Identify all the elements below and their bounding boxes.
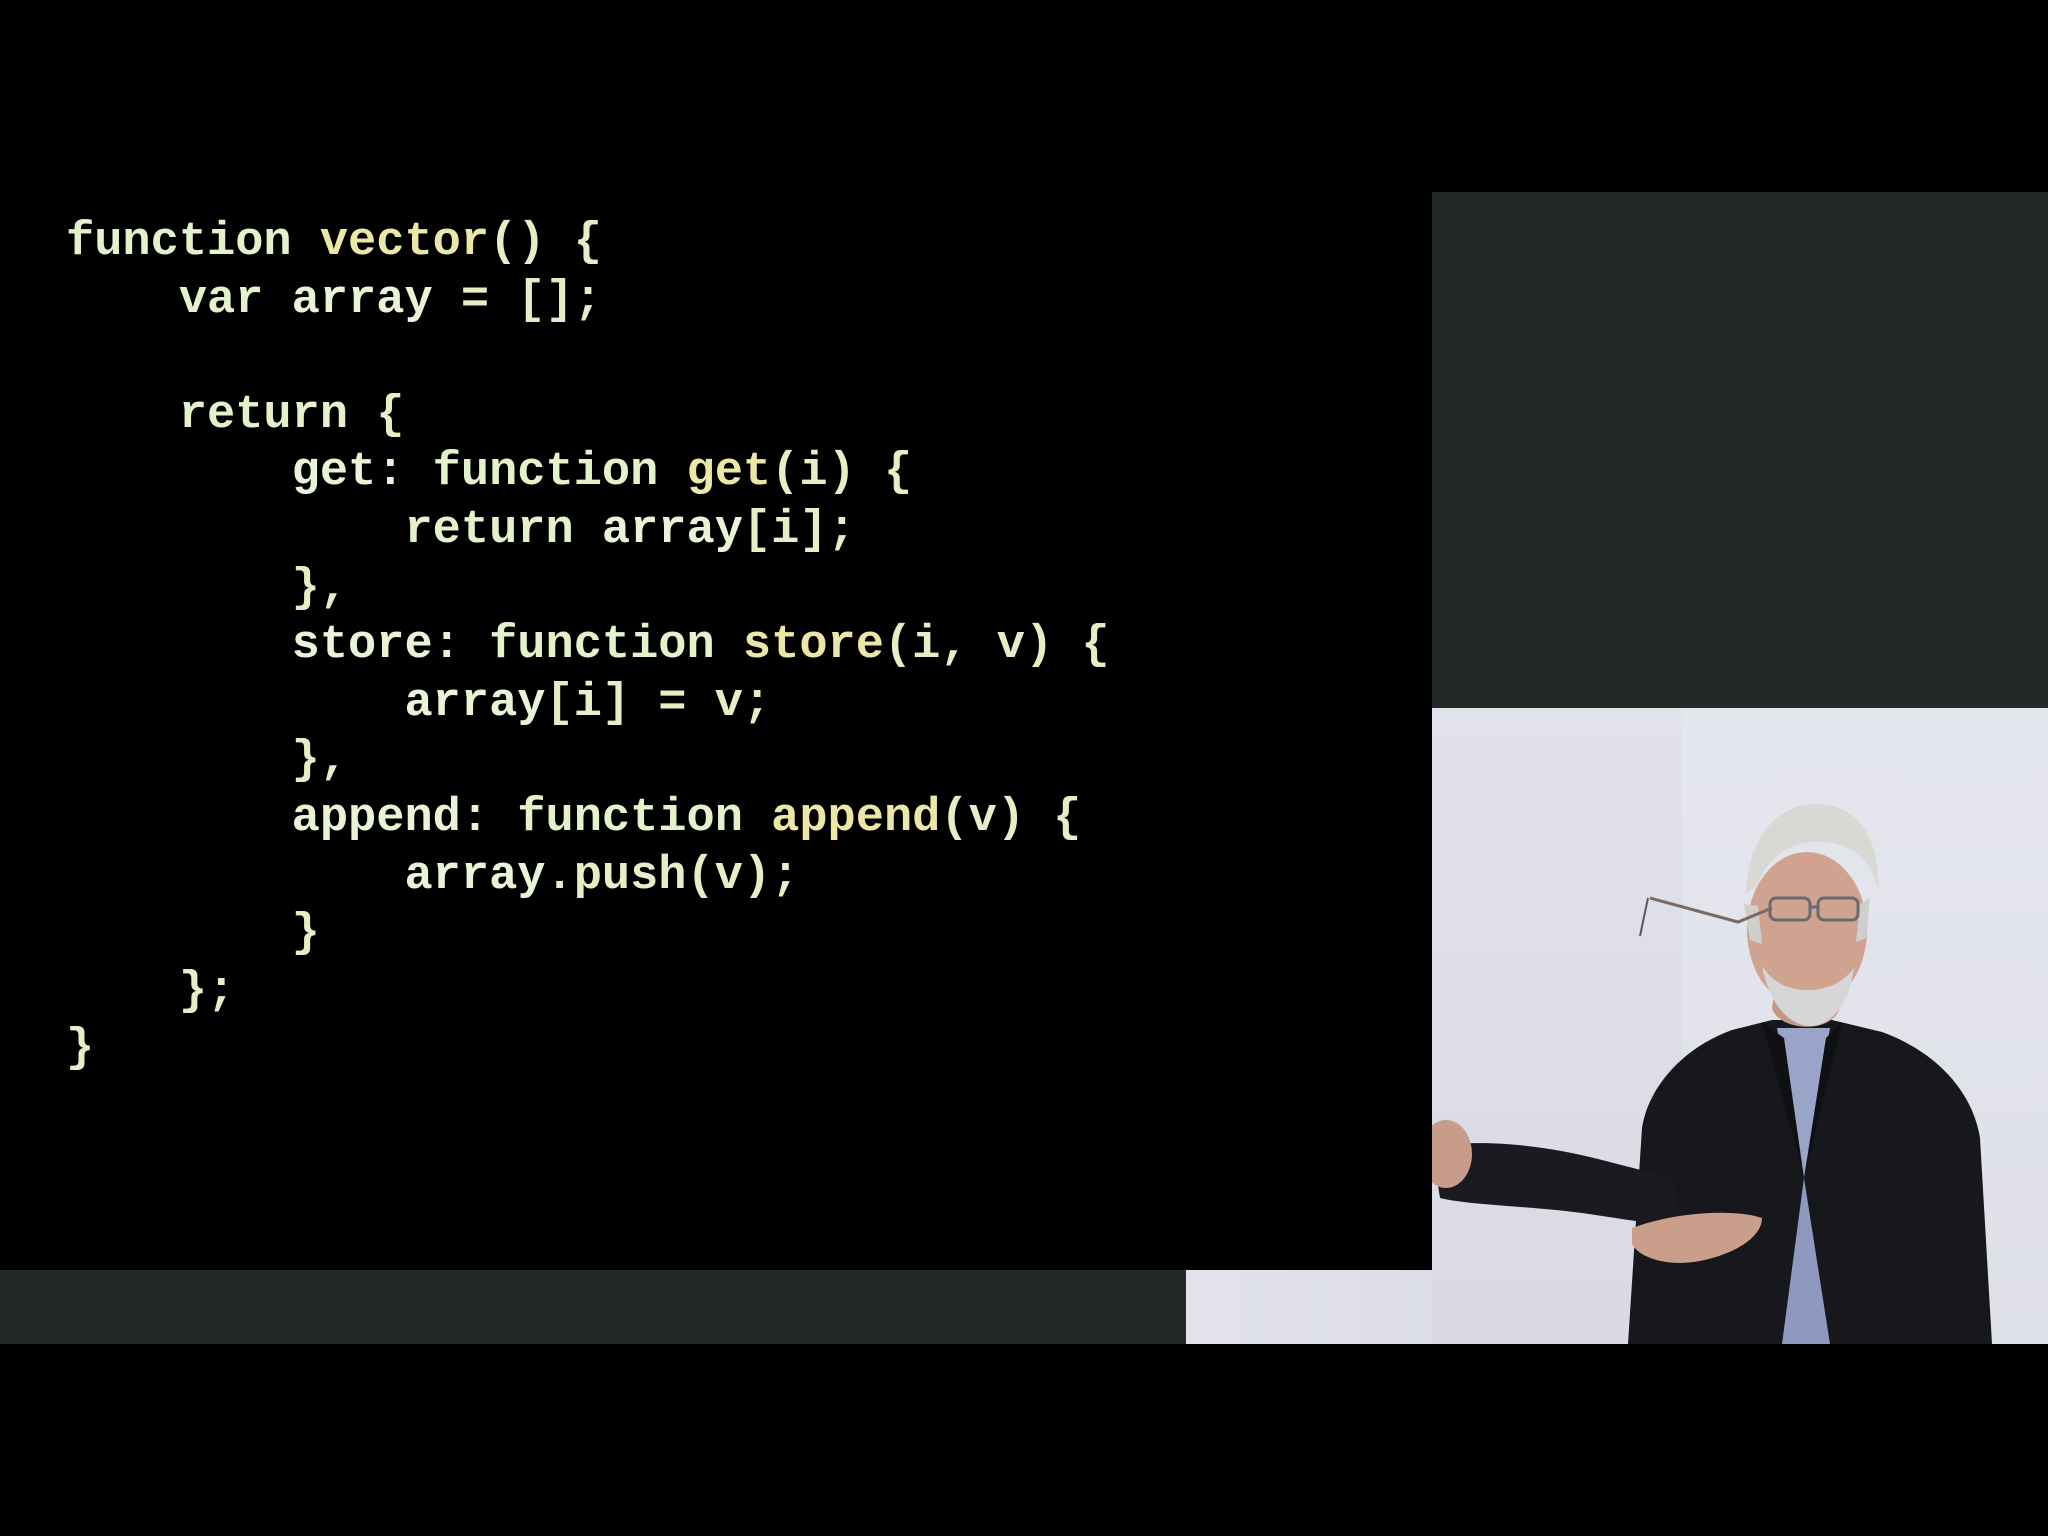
code-token: return [66, 503, 602, 557]
code-token: .push(v); [545, 849, 800, 903]
code-line: array.push(v); [66, 848, 1110, 906]
code-token: [i] = v; [545, 676, 772, 730]
speaker-camera-extension [1186, 1270, 1432, 1344]
code-line: return array[i]; [66, 502, 1110, 560]
dark-background-panel-bottom [0, 1270, 1186, 1344]
code-token: array [66, 849, 546, 903]
dark-background-panel-right [1432, 192, 2048, 708]
code-token: { [376, 388, 405, 442]
code-token: (i) { [771, 446, 913, 500]
code-token: }, [66, 734, 349, 788]
code-line: } [66, 1020, 1110, 1078]
code-token: append: [66, 791, 518, 845]
speaker-camera-view [1432, 708, 2048, 1344]
code-line: } [66, 905, 1110, 963]
code-token: function [517, 791, 772, 845]
code-token: }; [66, 964, 236, 1018]
code-token: (v) { [940, 791, 1082, 845]
code-line: append: function append(v) { [66, 790, 1110, 848]
video-frame: function vector() { var array = []; retu… [0, 0, 2048, 1344]
code-token: return [66, 388, 377, 442]
code-token: get: [66, 446, 433, 500]
code-token: get [686, 446, 772, 500]
code-token: } [66, 907, 320, 961]
code-token: function [432, 446, 687, 500]
code-token: } [66, 1022, 95, 1076]
code-line: }, [66, 560, 1110, 618]
code-token: store [742, 619, 884, 673]
code-line: var array = []; [66, 272, 1110, 330]
code-token: vector [319, 216, 490, 269]
code-line: array[i] = v; [66, 675, 1110, 733]
code-slide: function vector() { var array = []; retu… [0, 0, 1432, 1270]
code-token: array [291, 273, 433, 327]
code-token: array [601, 503, 743, 557]
speaker-figure [1432, 708, 2048, 1344]
code-token: var [66, 273, 292, 327]
code-token: store: [66, 619, 490, 673]
code-token: = []; [432, 273, 602, 327]
code-line: }, [66, 732, 1110, 790]
code-token: append [771, 791, 941, 845]
code-line: return { [66, 387, 1110, 445]
code-token: }, [66, 561, 349, 615]
code-line: store: function store(i, v) { [66, 617, 1110, 675]
code-line: function vector() { [66, 214, 1110, 272]
code-block: function vector() { var array = []; retu… [66, 214, 1110, 1078]
code-token: [i]; [742, 503, 856, 557]
code-token: function [66, 216, 320, 269]
code-token: () { [489, 216, 602, 269]
code-token: array [66, 676, 546, 730]
code-line: }; [66, 963, 1110, 1021]
code-token: (i, v) { [883, 619, 1110, 673]
code-line: get: function get(i) { [66, 444, 1110, 502]
code-token: function [489, 619, 743, 673]
